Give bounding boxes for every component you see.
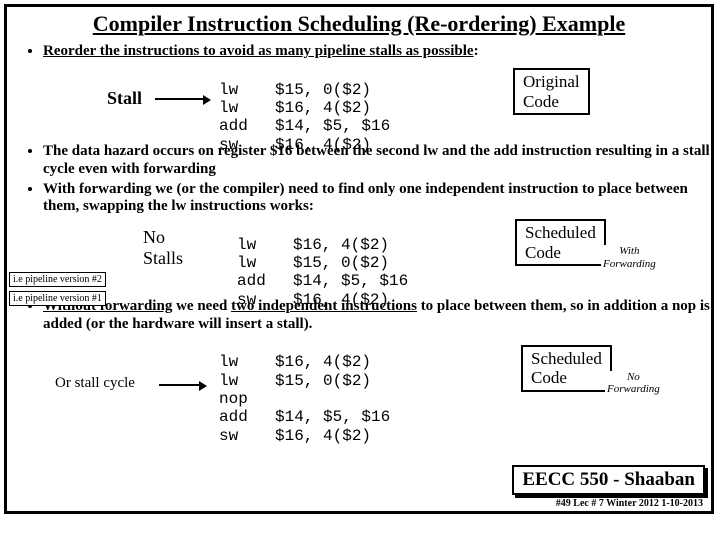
footer-meta: #49 Lec # 7 Winter 2012 1-10-2013 (556, 498, 703, 509)
callout-sched2: Scheduled Code (521, 345, 612, 392)
bullet-3: With forwarding we (or the compiler) nee… (43, 181, 711, 296)
bullet-list: Reorder the instructions to avoid as man… (43, 43, 711, 431)
arrow-orstall (159, 384, 199, 386)
bullet-4: Without forwarding we need two independe… (43, 298, 711, 431)
pipeline-version-2: i.e pipeline version #2 (9, 272, 106, 287)
code-block-sched2: Or stall cycle lw$16, 4($2) lw$15, 0($2)… (43, 335, 711, 431)
subnote-no-fwd: NoForwarding (605, 371, 662, 396)
subnote-with-fwd: WithForwarding (601, 245, 658, 270)
slide-title: Compiler Instruction Scheduling (Re-orde… (7, 11, 711, 37)
slide-frame: Compiler Instruction Scheduling (Re-orde… (4, 4, 714, 514)
callout-original: Original Code (513, 68, 590, 115)
bullet-1: Reorder the instructions to avoid as man… (43, 43, 711, 140)
footer-course: EECC 550 - Shaaban (512, 465, 705, 495)
code-block-sched1: NoStalls lw$16, 4($2) lw$15, 0($2) add$1… (43, 217, 711, 295)
orstall-label: Or stall cycle (55, 375, 135, 392)
callout-sched1: Scheduled Code (515, 219, 606, 266)
code-sched1: lw$16, 4($2) lw$15, 0($2) add$14, $5, $1… (237, 217, 408, 309)
code-sched2: lw$16, 4($2) lw$15, 0($2) nop add$14, $5… (219, 335, 390, 445)
code-original: lw$15, 0($2) lw$16, 4($2) add$14, $5, $1… (219, 62, 390, 154)
stall-label: Stall (107, 88, 142, 109)
arrow-stall (155, 98, 203, 100)
code-block-original: Stall lw$15, 0($2) lw$16, 4($2) add$14, … (43, 62, 711, 140)
nostalls-label: NoStalls (143, 227, 183, 268)
pipeline-version-1: i.e pipeline version #1 (9, 291, 106, 306)
